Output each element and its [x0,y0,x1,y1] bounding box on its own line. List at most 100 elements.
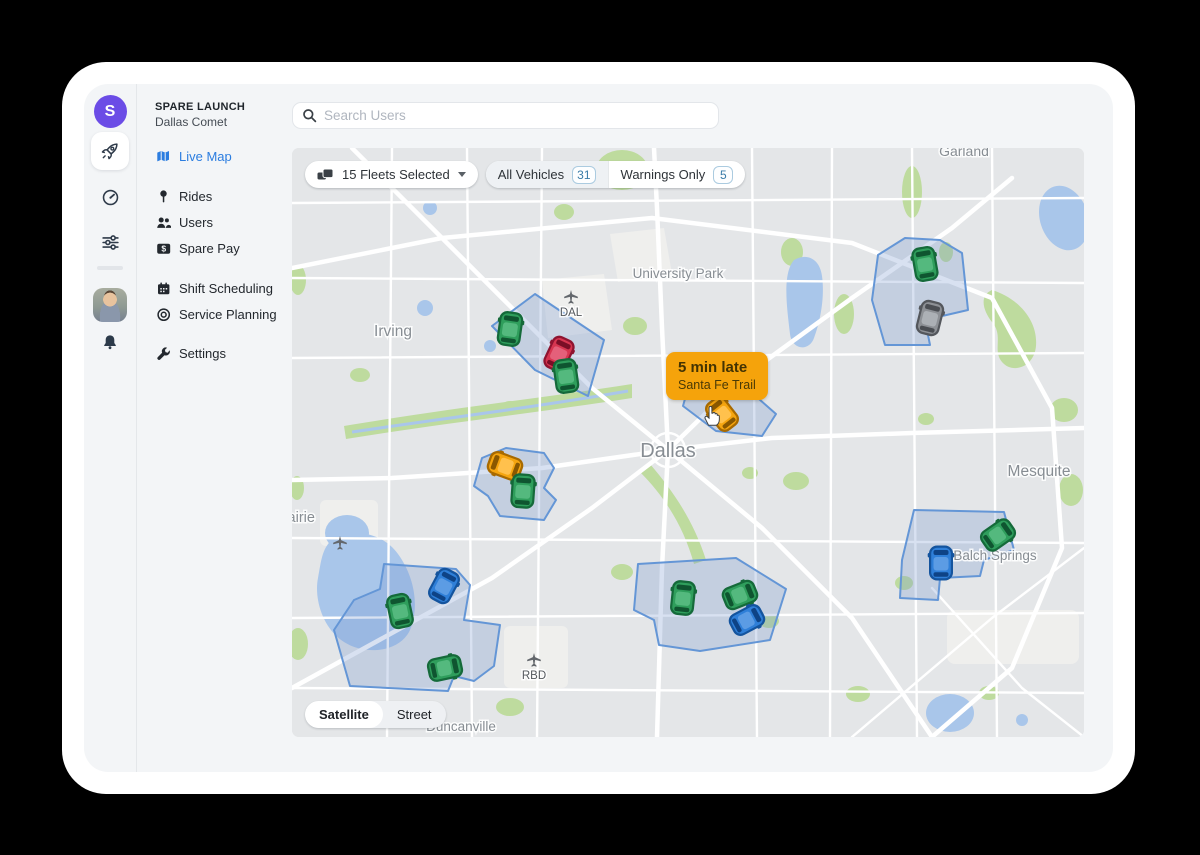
sidebar-item-label: Users [179,215,213,230]
sidebar-item-label: Settings [179,346,226,361]
sidebar-item-label: Service Planning [179,307,277,322]
base-layer-satellite[interactable]: Satellite [305,701,383,728]
map-toolbar: 15 Fleets Selected All Vehicles31Warning… [305,161,745,188]
brand-logo[interactable]: S [84,95,136,128]
city-label: University Park [633,266,724,281]
map-decor [111,245,115,249]
bell-icon [101,333,119,351]
map-decor [158,309,169,320]
pin-icon [155,188,171,204]
map-decor [323,169,333,178]
fleet-icon [317,168,334,181]
sliders-icon [101,233,120,252]
chevron-down-icon [458,172,466,177]
search-bar [292,102,719,129]
map-decor [928,553,931,558]
target-icon [155,306,171,322]
sidebar-item-label: Rides [179,189,212,204]
pay-icon: $ [155,240,171,256]
map-decor [926,694,974,732]
app-window: S [84,84,1113,772]
filter-label: All Vehicles [498,167,564,182]
users-icon [155,214,171,230]
map-decor [165,224,170,227]
sidebar-item-users[interactable]: Users [155,209,290,235]
filter-label: Warnings Only [621,167,706,182]
gauge-icon [101,188,120,207]
map-decor: $ [161,243,166,253]
filter-count-badge: 5 [713,166,733,184]
vehicle-marker-on_time[interactable] [509,473,538,510]
map-decor [160,282,162,285]
map-decor [163,288,165,290]
rail-divider [97,266,123,270]
map-decor [934,557,949,571]
map-decor [105,240,109,244]
brand-logo-circle: S [94,95,127,128]
map-canvas: DALRBD GarlandUniversity ParkIrvingDalla… [292,148,1084,737]
rocket-icon [100,141,120,161]
map-decor [502,322,519,337]
map-decor [558,369,575,384]
sidebar-item-service-planning[interactable]: Service Planning [155,301,290,327]
calendar-icon [155,280,171,296]
map-decor [952,553,955,558]
org-title: SPARE LAUNCH [155,101,245,113]
map-decor [157,347,169,359]
map-decor [104,335,116,346]
map-decor [484,340,496,352]
sidebar-item-spare-pay[interactable]: $ Spare Pay [155,235,290,261]
sidebar-item-label: Spare Pay [179,241,240,256]
live-map[interactable]: DALRBD GarlandUniversity ParkIrvingDalla… [292,148,1084,737]
icon-rail: S [84,84,136,772]
map-decor [934,550,949,555]
brand-initial: S [105,103,116,121]
avatar-photo [93,288,127,322]
city-label: Dallas [640,440,696,462]
wrench-icon [155,345,171,361]
map-decor [111,147,114,150]
map-decor [623,317,647,335]
fleet-filter-button[interactable]: 15 Fleets Selected [305,161,478,188]
map-decor [783,472,809,490]
map-decor [611,564,633,580]
search-icon [302,108,317,123]
map-decor [157,151,169,161]
rail-active-card [91,132,129,170]
base-layer-street[interactable]: Street [383,701,446,728]
city-label: Irving [374,323,412,340]
map-decor [516,478,531,484]
vehicle-marker-active[interactable] [928,546,955,581]
map-decor [158,217,163,222]
user-avatar[interactable] [84,288,136,322]
map-decor [109,346,112,349]
map-decor [161,312,166,317]
sidebar-item-rides[interactable]: Rides [155,183,290,209]
rail-item-launch[interactable] [84,132,136,170]
map-decor [846,686,870,702]
fleet-filter-label: 15 Fleets Selected [342,167,450,182]
map-decor [107,144,117,154]
map-decor [917,257,934,273]
rail-item-notifications[interactable] [84,333,136,351]
rail-item-filters[interactable] [84,233,136,252]
nav-panel: SPARE LAUNCH Dallas Comet Live Map Rides… [137,84,292,772]
filter-segment-all-vehicles[interactable]: All Vehicles31 [486,161,608,188]
map-decor [534,482,537,487]
sidebar-item-live-map[interactable]: Live Map [155,143,290,169]
map-decor [163,290,165,292]
city-label: Garland [939,148,989,159]
search-input[interactable] [324,108,709,123]
rail-item-dashboard[interactable] [84,188,136,207]
vehicle-filter-control: All Vehicles31 Warnings Only 5 [486,161,746,188]
workspace-name: Dallas Comet [155,115,227,129]
map-decor [510,480,513,485]
map-decor [160,290,162,292]
filter-segment-warnings-only[interactable]: Warnings Only 5 [608,161,746,188]
desktop-background: S [0,0,1200,855]
sidebar-item-shift-scheduling[interactable]: Shift Scheduling [155,275,290,301]
airport-code: RBD [522,670,546,682]
map-decor [160,288,162,290]
map-decor [934,572,949,576]
sidebar-item-settings[interactable]: Settings [155,340,290,366]
